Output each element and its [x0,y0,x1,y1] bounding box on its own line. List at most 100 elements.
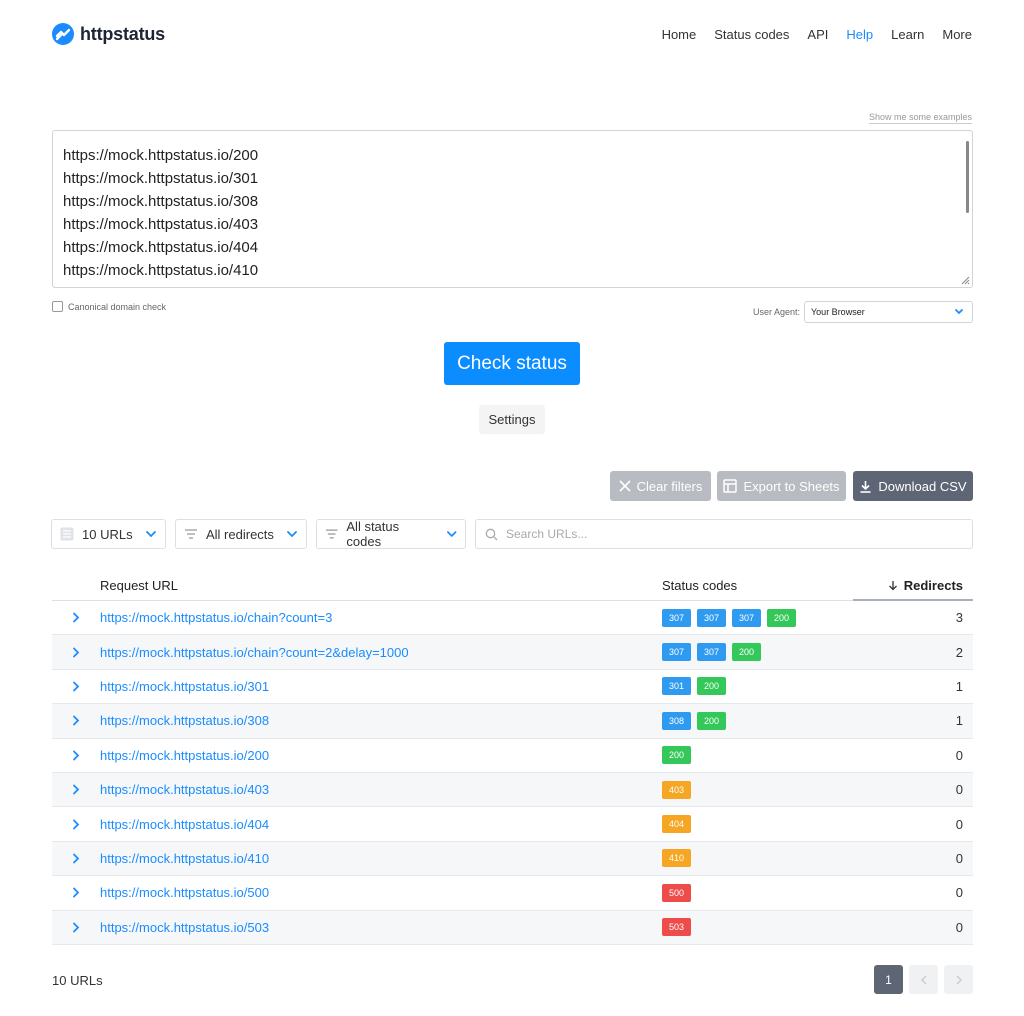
status-badge: 503 [662,918,691,937]
download-icon [860,480,871,493]
expand-row-button[interactable] [52,750,100,761]
column-header-status[interactable]: Status codes [662,578,737,593]
chevron-right-icon [73,819,80,829]
expand-row-button[interactable] [52,647,100,658]
redirect-count: 1 [955,713,963,729]
table-row[interactable]: https://mock.httpstatus.io/301 301 200 1 [52,670,973,705]
status-badge: 307 [732,608,761,627]
chevron-right-icon [73,681,80,692]
redirect-count: 3 [955,610,963,626]
prev-page-button[interactable] [909,965,938,994]
table-row[interactable]: https://mock.httpstatus.io/chain?count=2… [52,635,973,670]
examples-link[interactable]: Show me some examples [868,112,972,124]
expand-row-button[interactable] [52,715,100,726]
search-input[interactable]: Search URLs... [475,519,973,549]
request-url-link[interactable]: https://mock.httpstatus.io/chain?count=2… [100,645,409,660]
request-url-link[interactable]: https://mock.httpstatus.io/403 [100,782,269,797]
nav-learn[interactable]: Learn [891,27,924,42]
request-url-link[interactable]: https://mock.httpstatus.io/404 [100,817,269,832]
url-line: https://mock.httpstatus.io/308 [63,193,259,210]
table-row[interactable]: https://mock.httpstatus.io/500 500 0 [52,876,973,911]
status-badge: 200 [732,643,761,662]
chevron-down-icon [145,531,156,538]
status-badge: 307 [662,643,691,662]
chevron-right-icon [73,715,80,726]
search-placeholder: Search URLs... [506,527,588,541]
expand-row-button[interactable] [52,853,100,864]
status-badge: 308 [662,711,691,730]
nav-home[interactable]: Home [662,27,697,42]
next-page-button[interactable] [944,965,973,994]
status-codes-cell: 503 [662,918,691,937]
request-url-link[interactable]: https://mock.httpstatus.io/301 [100,679,269,694]
settings-button[interactable]: Settings [479,405,545,434]
status-badge: 200 [662,746,691,765]
chevron-right-icon [73,784,80,795]
canonical-check[interactable]: Canonical domain check [52,301,166,312]
user-agent-select[interactable]: Your Browser [804,301,973,323]
chevron-right-icon [955,974,962,985]
redirects-filter-label: All redirects [206,526,274,542]
request-url-link[interactable]: https://mock.httpstatus.io/503 [100,920,269,935]
canonical-checkbox[interactable] [52,301,63,312]
check-status-button[interactable]: Check status [444,342,580,385]
table-row[interactable]: https://mock.httpstatus.io/410 410 0 [52,841,973,877]
table-row[interactable]: https://mock.httpstatus.io/503 503 0 [52,910,973,945]
status-codes-cell: 500 [662,883,691,902]
table-row[interactable]: https://mock.httpstatus.io/308 308 200 1 [52,704,973,739]
request-url-link[interactable]: https://mock.httpstatus.io/chain?count=3 [100,610,332,625]
url-line: https://mock.httpstatus.io/410 [63,262,259,279]
url-textarea[interactable]: https://mock.httpstatus.io/200 https://mo… [52,130,973,288]
logo[interactable]: httpstatus [52,23,165,45]
nav-api[interactable]: API [807,27,828,42]
nav-help[interactable]: Help [846,27,873,42]
request-url-link[interactable]: https://mock.httpstatus.io/500 [100,885,269,900]
textarea-scrollbar[interactable] [966,141,969,213]
chevron-down-icon [955,309,963,315]
table-row[interactable]: https://mock.httpstatus.io/403 403 0 [52,772,973,808]
page-1-button[interactable]: 1 [874,965,903,994]
chevron-right-icon [73,647,80,657]
column-header-url[interactable]: Request URL [100,578,178,593]
request-url-link[interactable]: https://mock.httpstatus.io/308 [100,713,269,728]
expand-row-button[interactable] [52,887,100,898]
nav-more[interactable]: More [942,27,972,42]
table-row[interactable]: https://mock.httpstatus.io/404 404 0 [52,807,973,842]
redirects-filter[interactable]: All redirects [175,519,307,549]
close-icon [619,480,631,492]
download-csv-button[interactable]: Download CSV [853,471,973,501]
sort-arrow-down-icon [888,581,897,591]
column-header-redirects[interactable]: Redirects [888,578,963,593]
table-row[interactable]: https://mock.httpstatus.io/200 200 0 [52,739,973,773]
chevron-right-icon [73,887,80,898]
resize-grip-icon[interactable] [960,275,970,285]
urls-filter[interactable]: 10 URLs [51,519,166,549]
chevron-down-icon [287,531,297,538]
status-codes-cell: 307 307 200 [662,643,761,662]
filter-icon [185,529,197,539]
nav-status-codes[interactable]: Status codes [714,27,789,42]
expand-row-button[interactable] [52,681,100,692]
expand-row-button[interactable] [52,819,100,830]
status-badge: 410 [662,849,691,868]
redirect-count: 0 [955,919,963,935]
table-row[interactable]: https://mock.httpstatus.io/chain?count=3… [52,601,973,636]
redirect-count: 0 [955,747,963,763]
canonical-label: Canonical domain check [68,301,167,312]
redirect-count: 0 [955,782,963,798]
status-badge: 404 [662,815,691,834]
request-url-link[interactable]: https://mock.httpstatus.io/410 [100,851,269,866]
url-line: https://mock.httpstatus.io/403 [63,216,259,233]
request-url-link[interactable]: https://mock.httpstatus.io/200 [100,748,269,763]
expand-row-button[interactable] [52,922,100,933]
status-codes-filter[interactable]: All status codes [316,519,466,549]
chevron-down-icon [446,531,456,538]
expand-row-button[interactable] [52,612,100,623]
export-sheets-label: Export to Sheets [743,478,840,494]
chevron-right-icon [73,612,80,623]
export-sheets-button[interactable]: Export to Sheets [717,471,846,501]
status-badge: 200 [697,711,726,730]
clear-filters-button[interactable]: Clear filters [610,471,711,501]
sheets-icon [723,479,738,493]
expand-row-button[interactable] [52,784,100,795]
